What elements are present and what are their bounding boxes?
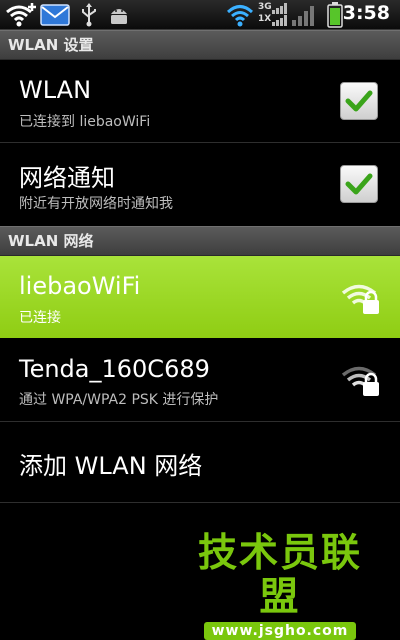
check-icon xyxy=(345,90,373,112)
signal-1x-icon: 1X xyxy=(258,14,288,27)
network-notification-title: 网络通知 xyxy=(19,164,115,192)
battery-icon xyxy=(327,2,343,28)
signal-bars-icon xyxy=(292,6,314,26)
wlan-checkbox[interactable] xyxy=(340,82,378,120)
network-notification-row[interactable]: 网络通知 附近有开放网络时通知我 xyxy=(0,143,400,225)
check-icon xyxy=(345,173,373,195)
android-debug-icon xyxy=(111,9,127,24)
wifi-lock-icon xyxy=(341,366,379,396)
network-status: 已连接 xyxy=(19,310,61,326)
network-notification-subtitle: 附近有开放网络时通知我 xyxy=(19,196,173,212)
wifi-lock-icon xyxy=(341,284,379,314)
status-bar: 3G 1X 3:58 xyxy=(0,0,400,30)
network-ssid: liebaoWiFi xyxy=(19,272,141,300)
network-ssid: Tenda_160C689 xyxy=(19,355,210,383)
watermark-title: 技术员联盟 xyxy=(197,531,362,620)
wifi-icon xyxy=(226,5,254,27)
network-item-tenda[interactable]: Tenda_160C689 通过 WPA/WPA2 PSK 进行保护 xyxy=(0,339,400,421)
watermark: 技术员联盟 www.jsgho.com xyxy=(180,532,380,640)
wifi-add-icon xyxy=(6,3,36,27)
section-header-networks: WLAN 网络 xyxy=(0,226,400,256)
network-3g-label: 3G xyxy=(258,2,272,12)
watermark-url: www.jsgho.com xyxy=(203,622,357,640)
email-icon xyxy=(40,4,70,26)
section-header-settings: WLAN 设置 xyxy=(0,30,400,60)
status-time: 3:58 xyxy=(342,2,390,24)
network-status: 通过 WPA/WPA2 PSK 进行保护 xyxy=(19,392,219,408)
network-notification-checkbox[interactable] xyxy=(340,165,378,203)
add-wlan-network-row[interactable]: 添加 WLAN 网络 xyxy=(0,422,400,502)
wlan-toggle-row[interactable]: WLAN 已连接到 liebaoWiFi xyxy=(0,60,400,142)
add-wlan-network-label: 添加 WLAN 网络 xyxy=(19,452,203,480)
divider xyxy=(0,502,400,503)
network-item-liebaowifi[interactable]: liebaoWiFi 已连接 xyxy=(0,256,400,338)
network-1x-label: 1X xyxy=(258,14,272,24)
wlan-subtitle: 已连接到 liebaoWiFi xyxy=(19,114,151,130)
usb-icon xyxy=(82,3,96,27)
wlan-title: WLAN xyxy=(19,76,92,104)
